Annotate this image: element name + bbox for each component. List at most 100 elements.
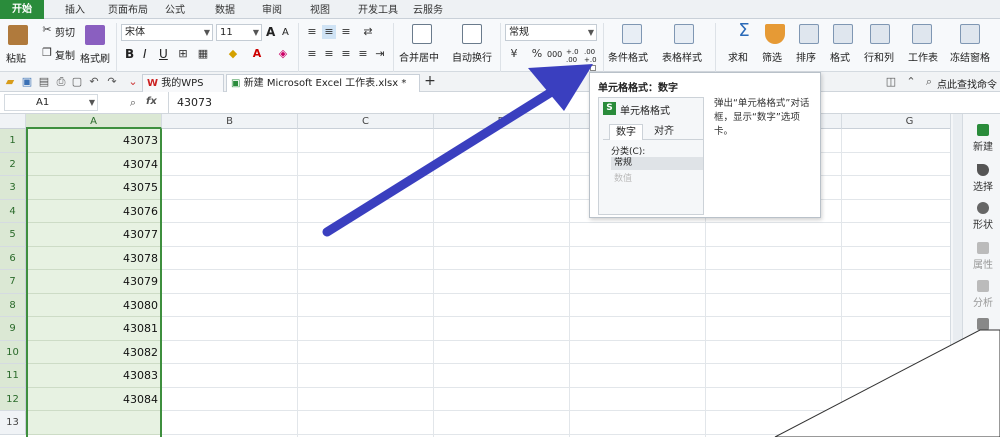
row-header[interactable]: 7 bbox=[0, 270, 26, 294]
worksheet-button[interactable]: 工作表 bbox=[908, 49, 938, 64]
number-dialog-launcher[interactable] bbox=[590, 65, 596, 71]
task-pane-more[interactable] bbox=[965, 318, 1000, 332]
format-painter-button[interactable]: 格式刷 bbox=[80, 50, 110, 65]
shrink-font-button[interactable]: A bbox=[282, 27, 289, 38]
freeze-panes-button[interactable]: 冻结窗格 bbox=[950, 49, 990, 64]
cell-a[interactable]: 43079 bbox=[26, 270, 162, 294]
cell-a[interactable]: 43073 bbox=[26, 129, 162, 153]
tab-formula[interactable]: 公式 bbox=[165, 2, 185, 19]
paste-button[interactable]: 粘贴 bbox=[6, 50, 26, 65]
percent-button[interactable]: % bbox=[530, 47, 544, 61]
folder-icon[interactable]: ▰ bbox=[3, 75, 17, 89]
select-all-corner[interactable] bbox=[0, 114, 26, 129]
task-pane-scrollbar[interactable] bbox=[953, 114, 963, 437]
doc-menu-icon[interactable]: ◫ bbox=[884, 75, 898, 89]
insert-function-button[interactable]: fx bbox=[146, 96, 157, 107]
copy-button[interactable]: 复制 bbox=[55, 47, 75, 62]
task-pane-properties[interactable]: 属性 bbox=[965, 242, 1000, 271]
column-header[interactable]: B bbox=[162, 114, 298, 129]
print-preview-icon[interactable]: ▢ bbox=[70, 75, 84, 89]
tab-data[interactable]: 数据 bbox=[215, 2, 235, 19]
task-pane-analysis[interactable]: 分析 bbox=[965, 280, 1000, 309]
column-header[interactable]: G bbox=[842, 114, 950, 129]
cell-a[interactable]: 43074 bbox=[26, 152, 162, 176]
new-tab-button[interactable]: + bbox=[423, 74, 437, 88]
currency-button[interactable]: ¥ bbox=[507, 47, 521, 61]
tab-developer[interactable]: 开发工具 bbox=[358, 2, 398, 19]
align-center-icon[interactable]: ≡ bbox=[322, 47, 336, 61]
cell-a[interactable]: 43077 bbox=[26, 223, 162, 247]
export-icon[interactable]: ▤ bbox=[37, 75, 51, 89]
undo-icon[interactable]: ↶ bbox=[87, 75, 101, 89]
font-color-icon[interactable]: A bbox=[250, 47, 264, 61]
cell-a[interactable]: 43084 bbox=[26, 387, 162, 411]
task-pane-new[interactable]: 新建 bbox=[965, 124, 1000, 153]
tab-review[interactable]: 审阅 bbox=[262, 2, 282, 19]
row-header[interactable]: 11 bbox=[0, 364, 26, 388]
row-header[interactable]: 2 bbox=[0, 152, 26, 176]
tab-document[interactable]: ▣ 新建 Microsoft Excel 工作表.xlsx * × bbox=[226, 74, 420, 106]
column-header[interactable]: A bbox=[26, 114, 162, 129]
italic-button[interactable]: I bbox=[143, 47, 147, 61]
font-size-select[interactable]: 11 ▼ bbox=[216, 24, 262, 41]
find-command-input[interactable]: 点此查找命令 bbox=[937, 76, 997, 91]
rows-columns-button[interactable]: 行和列 bbox=[864, 49, 894, 64]
cell-a[interactable]: 43078 bbox=[26, 246, 162, 270]
align-top-icon[interactable]: ≡ bbox=[305, 25, 319, 39]
grow-font-button[interactable]: A bbox=[266, 25, 275, 39]
thousands-button[interactable]: 000 bbox=[547, 50, 562, 59]
row-header[interactable]: 5 bbox=[0, 223, 26, 247]
cell-a[interactable]: 43080 bbox=[26, 293, 162, 317]
zoom-icon[interactable]: ⌕ bbox=[126, 96, 140, 110]
row-header[interactable]: 6 bbox=[0, 246, 26, 270]
fill-color-icon[interactable]: ◆ bbox=[226, 47, 240, 61]
merge-center-button[interactable]: 合并居中 bbox=[399, 49, 439, 64]
print-icon[interactable]: ⎙ bbox=[54, 75, 68, 89]
customize-icon[interactable]: ⌄ bbox=[126, 75, 140, 89]
filter-button[interactable]: 筛选 bbox=[762, 49, 782, 64]
align-middle-icon[interactable]: ≡ bbox=[322, 25, 336, 39]
column-header[interactable]: D bbox=[434, 114, 570, 129]
border-icon[interactable]: ⊞ bbox=[176, 47, 190, 61]
sort-button[interactable]: 排序 bbox=[796, 49, 816, 64]
row-header[interactable]: 9 bbox=[0, 317, 26, 341]
tab-home[interactable]: 开始 bbox=[0, 0, 44, 19]
cell-a[interactable] bbox=[26, 411, 162, 435]
task-pane-shape[interactable]: 形状 bbox=[965, 202, 1000, 231]
tab-page-layout[interactable]: 页面布局 bbox=[108, 2, 148, 19]
wrap-text-button[interactable]: 自动换行 bbox=[452, 49, 492, 64]
increase-decimal-button[interactable]: +.0 .00 bbox=[566, 48, 580, 64]
save-icon[interactable]: ▣ bbox=[20, 75, 34, 89]
task-pane-select[interactable]: 选择 bbox=[965, 164, 1000, 193]
table-style-button[interactable]: 表格样式 bbox=[662, 49, 702, 64]
name-box[interactable]: A1 ▼ bbox=[4, 94, 98, 111]
grid-icon[interactable]: ▦ bbox=[196, 47, 210, 61]
conditional-format-button[interactable]: 条件格式 bbox=[608, 49, 648, 64]
cell-a[interactable]: 43076 bbox=[26, 199, 162, 223]
cell-a[interactable]: 43083 bbox=[26, 364, 162, 388]
tab-my-wps[interactable]: W 我的WPS × bbox=[142, 74, 224, 106]
redo-icon[interactable]: ↷ bbox=[105, 75, 119, 89]
sum-button[interactable]: 求和 bbox=[728, 49, 748, 64]
row-header[interactable]: 12 bbox=[0, 387, 26, 411]
clear-format-icon[interactable]: ◈ bbox=[276, 47, 290, 61]
row-header[interactable]: 3 bbox=[0, 176, 26, 200]
tab-insert[interactable]: 插入 bbox=[65, 2, 85, 19]
collapse-ribbon-icon[interactable]: ⌃ bbox=[904, 75, 918, 89]
formula-input[interactable]: 43073 bbox=[168, 92, 1000, 114]
cell-a[interactable]: 43075 bbox=[26, 176, 162, 200]
row-header[interactable]: 4 bbox=[0, 199, 26, 223]
row-header[interactable]: 10 bbox=[0, 340, 26, 364]
row-header[interactable]: 8 bbox=[0, 293, 26, 317]
tab-cloud[interactable]: 云服务 bbox=[413, 2, 443, 19]
column-header[interactable]: C bbox=[298, 114, 434, 129]
row-header[interactable]: 1 bbox=[0, 129, 26, 153]
align-left-icon[interactable]: ≡ bbox=[305, 47, 319, 61]
justify-icon[interactable]: ≡ bbox=[356, 47, 370, 61]
cell-a[interactable]: 43082 bbox=[26, 340, 162, 364]
cell-a[interactable]: 43081 bbox=[26, 317, 162, 341]
font-name-select[interactable]: 宋体 ▼ bbox=[121, 24, 213, 41]
orientation-icon[interactable]: ⇄ bbox=[361, 25, 375, 39]
bold-button[interactable]: B bbox=[125, 47, 134, 61]
align-right-icon[interactable]: ≡ bbox=[339, 47, 353, 61]
